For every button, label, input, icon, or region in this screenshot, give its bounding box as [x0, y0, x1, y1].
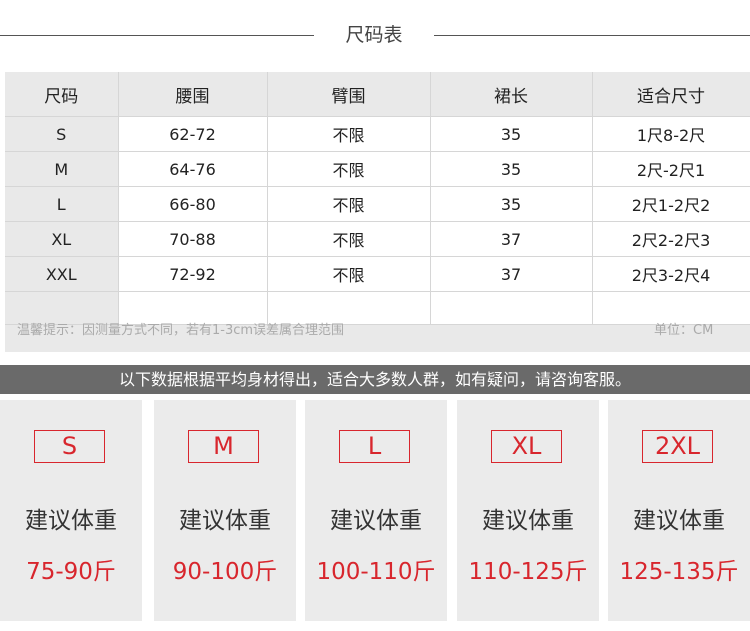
measurement-tip: 温馨提示：因测量方式不同，若有1-3cm误差属合理范围: [17, 323, 345, 338]
row-size: M: [5, 151, 119, 187]
empty-cell: [592, 291, 750, 325]
row-fit-size: 1尺8-2尺: [592, 116, 750, 152]
weight-label: 建议体重: [330, 508, 422, 534]
size-badge: L: [339, 430, 410, 463]
header-waist: 腰围: [118, 72, 268, 117]
header-size: 尺码: [5, 72, 119, 117]
row-waist: 66-80: [118, 186, 268, 222]
unit-label: 单位：CM: [654, 323, 714, 338]
size-badge: S: [34, 430, 105, 463]
weight-card-s: S 建议体重 75-90斤: [0, 400, 142, 621]
title-divider-right: [434, 35, 750, 36]
row-skirt-length: 35: [430, 151, 593, 187]
title-bar: 尺码表: [0, 0, 750, 70]
empty-cell: [118, 291, 268, 325]
row-arm: 不限: [267, 221, 431, 257]
weight-label: 建议体重: [633, 508, 725, 534]
weight-value: 75-90斤: [26, 559, 116, 585]
row-skirt-length: 35: [430, 116, 593, 152]
row-arm: 不限: [267, 151, 431, 187]
info-banner: 以下数据根据平均身材得出，适合大多数人群，如有疑问，请咨询客服。: [0, 365, 750, 394]
row-size: XL: [5, 221, 119, 257]
row-size: XXL: [5, 256, 119, 292]
size-badge: XL: [491, 430, 562, 463]
row-skirt-length: 35: [430, 186, 593, 222]
row-waist: 70-88: [118, 221, 268, 257]
empty-cell: [430, 291, 593, 325]
table-row: XL 70-88 不限 37 2尺2-2尺3: [5, 221, 750, 257]
table-row: M 64-76 不限 35 2尺-2尺1: [5, 151, 750, 187]
row-arm: 不限: [267, 116, 431, 152]
weight-card-l: L 建议体重 100-110斤: [305, 400, 447, 621]
header-fit-size: 适合尺寸: [592, 72, 750, 117]
header-skirt-length: 裙长: [430, 72, 593, 117]
weight-cards: S 建议体重 75-90斤 M 建议体重 90-100斤 L 建议体重 100-…: [0, 400, 750, 631]
row-fit-size: 2尺-2尺1: [592, 151, 750, 187]
weight-value: 125-135斤: [619, 559, 739, 585]
row-fit-size: 2尺1-2尺2: [592, 186, 750, 222]
table-row: S 62-72 不限 35 1尺8-2尺: [5, 116, 750, 152]
weight-label: 建议体重: [482, 508, 574, 534]
weight-card-m: M 建议体重 90-100斤: [154, 400, 296, 621]
empty-cell: [267, 291, 431, 325]
weight-value: 110-125斤: [468, 559, 588, 585]
size-table-panel: 尺码 腰围 臂围 裙长 适合尺寸 S 62-72 不限 35 1尺8-2尺 M …: [5, 72, 750, 352]
row-waist: 62-72: [118, 116, 268, 152]
row-arm: 不限: [267, 256, 431, 292]
table-row-empty: [5, 291, 750, 325]
table-header-row: 尺码 腰围 臂围 裙长 适合尺寸: [5, 72, 750, 117]
row-size: S: [5, 116, 119, 152]
empty-cell: [5, 291, 119, 325]
page-title: 尺码表: [345, 24, 403, 46]
header-arm: 臂围: [267, 72, 431, 117]
row-arm: 不限: [267, 186, 431, 222]
row-skirt-length: 37: [430, 221, 593, 257]
table-row: L 66-80 不限 35 2尺1-2尺2: [5, 186, 750, 222]
title-divider-left: [0, 35, 314, 36]
row-fit-size: 2尺2-2尺3: [592, 221, 750, 257]
weight-card-2xl: 2XL 建议体重 125-135斤: [608, 400, 750, 621]
row-size: L: [5, 186, 119, 222]
table-row: XXL 72-92 不限 37 2尺3-2尺4: [5, 256, 750, 292]
row-waist: 64-76: [118, 151, 268, 187]
row-fit-size: 2尺3-2尺4: [592, 256, 750, 292]
size-table: 尺码 腰围 臂围 裙长 适合尺寸 S 62-72 不限 35 1尺8-2尺 M …: [5, 72, 750, 325]
weight-label: 建议体重: [179, 508, 271, 534]
weight-value: 100-110斤: [316, 559, 436, 585]
row-waist: 72-92: [118, 256, 268, 292]
size-badge: 2XL: [642, 430, 713, 463]
row-skirt-length: 37: [430, 256, 593, 292]
size-badge: M: [188, 430, 259, 463]
weight-value: 90-100斤: [172, 559, 278, 585]
weight-label: 建议体重: [25, 508, 117, 534]
weight-card-xl: XL 建议体重 110-125斤: [457, 400, 599, 621]
